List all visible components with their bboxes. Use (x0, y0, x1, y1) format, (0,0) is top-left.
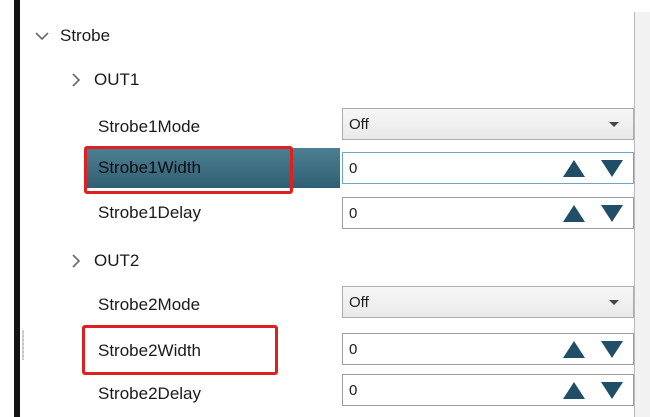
spinner-value[interactable]: 0 (349, 382, 563, 399)
strobe2delay-spinner[interactable]: 0 (342, 374, 634, 406)
spinner-value[interactable]: 0 (349, 160, 563, 177)
triangle-down-icon[interactable] (601, 381, 623, 399)
splitter-grip[interactable] (22, 330, 24, 360)
tree-section-out1[interactable]: OUT1 (66, 66, 139, 94)
triangle-up-icon[interactable] (563, 340, 585, 358)
scrollbar-track[interactable] (635, 12, 650, 417)
chevron-right-icon[interactable] (66, 251, 86, 271)
triangle-up-icon[interactable] (563, 381, 585, 399)
strobe2width-spinner[interactable]: 0 (342, 333, 634, 365)
prop-label-strobe1mode[interactable]: Strobe1Mode (86, 107, 340, 147)
strobe2mode-dropdown[interactable]: Off (342, 286, 634, 318)
spinner-value[interactable]: 0 (349, 205, 563, 222)
tree-section-label: OUT1 (94, 70, 140, 89)
highlight-box-strobe1width (84, 146, 293, 194)
chevron-right-icon[interactable] (66, 70, 86, 90)
triangle-down-icon[interactable] (601, 204, 623, 222)
strobe1width-spinner[interactable]: 0 (342, 152, 634, 184)
strobe1delay-spinner[interactable]: 0 (342, 197, 634, 229)
left-edge-bar (14, 0, 20, 417)
prop-label-strobe1delay[interactable]: Strobe1Delay (86, 193, 340, 233)
strobe1mode-dropdown[interactable]: Off (342, 108, 634, 140)
triangle-up-icon[interactable] (563, 159, 585, 177)
dropdown-value: Off (349, 115, 369, 133)
highlight-box-strobe2width (82, 325, 278, 375)
dropdown-value: Off (349, 293, 369, 311)
tree-group-strobe[interactable]: Strobe (32, 22, 110, 50)
tree-section-out2[interactable]: OUT2 (66, 247, 139, 275)
caret-down-icon[interactable] (609, 121, 619, 127)
tree-group-label: Strobe (60, 26, 111, 45)
tree-section-label: OUT2 (94, 251, 140, 270)
spinner-value[interactable]: 0 (349, 341, 563, 358)
caret-down-icon[interactable] (609, 299, 619, 305)
triangle-up-icon[interactable] (563, 204, 585, 222)
chevron-down-icon[interactable] (32, 26, 52, 46)
prop-label-strobe2delay[interactable]: Strobe2Delay (86, 374, 340, 414)
triangle-down-icon[interactable] (601, 340, 623, 358)
prop-label-strobe2mode[interactable]: Strobe2Mode (86, 285, 340, 325)
triangle-down-icon[interactable] (601, 159, 623, 177)
